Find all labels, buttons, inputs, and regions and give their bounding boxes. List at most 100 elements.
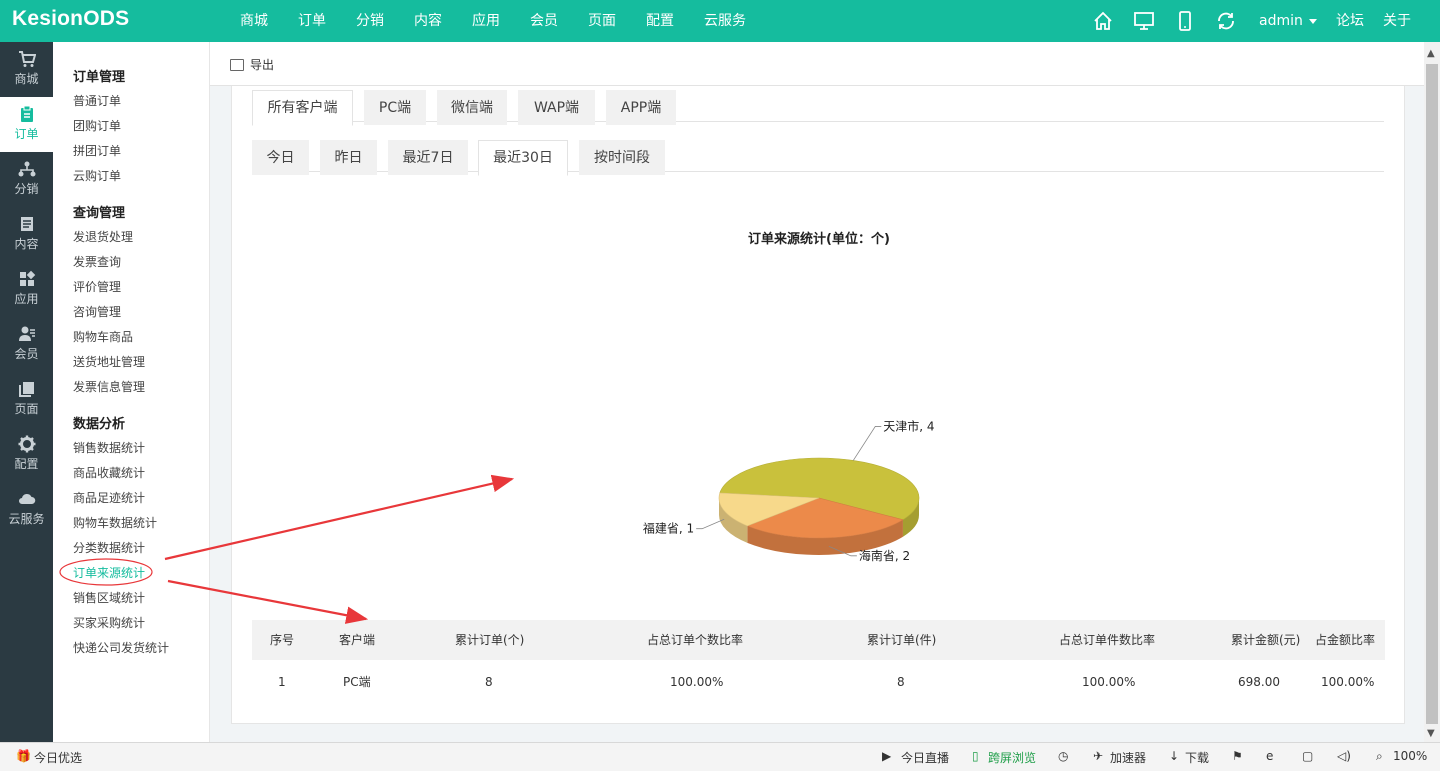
window-icon[interactable]: ▢: [1302, 749, 1313, 763]
table-cell: 8: [485, 675, 493, 689]
tab-yesterday[interactable]: 昨日: [320, 140, 377, 175]
pie-leader-line: [852, 426, 882, 461]
submenu-item[interactable]: 团购订单: [73, 117, 121, 134]
topnav-apps[interactable]: 应用: [472, 0, 530, 42]
tab-last-7-days[interactable]: 最近7日: [388, 140, 468, 175]
tab-pc[interactable]: PC端: [364, 90, 426, 125]
iconbar-cloud[interactable]: 云服务: [0, 482, 53, 537]
status-download[interactable]: 下载: [1185, 749, 1209, 766]
topnav-content[interactable]: 内容: [414, 0, 472, 42]
topnav-config[interactable]: 配置: [646, 0, 704, 42]
clipboard-icon: [20, 105, 33, 122]
iconbar-orders[interactable]: 订单: [0, 97, 53, 152]
apps-grid-icon: [19, 270, 35, 286]
flag-icon[interactable]: ⚑: [1232, 749, 1243, 763]
status-zoom[interactable]: 100%: [1393, 749, 1427, 763]
submenu-item[interactable]: 拼团订单: [73, 142, 121, 159]
submenu-item[interactable]: 购物车商品: [73, 328, 133, 345]
topnav-orders[interactable]: 订单: [298, 0, 356, 42]
cloud-icon: [18, 493, 35, 504]
scroll-up-icon[interactable]: ▲: [1427, 48, 1435, 59]
table-header: 序号 客户端 累计订单(个) 占总订单个数比率 累计订单(件) 占总订单件数比率…: [252, 620, 1385, 660]
submenu-item[interactable]: 销售区域统计: [73, 589, 145, 606]
submenu-item[interactable]: 咨询管理: [73, 303, 121, 320]
vertical-scrollbar[interactable]: ▲ ▼: [1424, 42, 1440, 742]
rocket-icon: ✈: [1093, 749, 1104, 763]
tab-wechat[interactable]: 微信端: [437, 90, 507, 125]
tab-today[interactable]: 今日: [252, 140, 309, 175]
scrollbar-thumb[interactable]: [1426, 64, 1438, 724]
iconbar-distribution[interactable]: 分销: [0, 152, 53, 207]
users-icon: [18, 326, 35, 341]
tab-all-clients[interactable]: 所有客户端: [252, 90, 353, 126]
zoom-icon: ⌕: [1376, 749, 1383, 763]
iconbar-pages[interactable]: 页面: [0, 372, 53, 427]
submenu-item[interactable]: 发票查询: [73, 253, 121, 270]
cart-icon: [18, 51, 36, 67]
iconbar-members[interactable]: 会员: [0, 317, 53, 372]
speaker-icon[interactable]: ◁): [1337, 749, 1351, 763]
topnav-pages[interactable]: 页面: [588, 0, 646, 42]
status-today-picks[interactable]: 今日优选: [34, 749, 82, 766]
submenu-item[interactable]: 商品足迹统计: [73, 489, 145, 506]
submenu-group-title: 查询管理: [73, 206, 126, 221]
table-cell: 100.00%: [1321, 675, 1375, 689]
submenu-item[interactable]: 购物车数据统计: [73, 514, 157, 531]
submenu-item[interactable]: 普通订单: [73, 92, 121, 109]
tab-last-30-days[interactable]: 最近30日: [478, 140, 568, 176]
phone-icon: ▯: [972, 749, 979, 763]
iconbar-label: 应用: [14, 292, 39, 306]
submenu-item[interactable]: 快递公司发货统计: [73, 639, 169, 656]
iconbar-label: 内容: [14, 237, 39, 251]
col-header: 累计订单(件): [867, 633, 937, 647]
table-cell: 100.00%: [670, 675, 724, 689]
topnav-mall[interactable]: 商城: [240, 0, 298, 42]
status-accelerator[interactable]: 加速器: [1110, 749, 1146, 766]
sub-menu: 订单管理 普通订单 团购订单 拼团订单 云购订单 查询管理 发退货处理 发票查询…: [53, 42, 210, 742]
iconbar-content[interactable]: 内容: [0, 207, 53, 262]
client-tabs: 所有客户端 PC端 微信端 WAP端 APP端: [252, 86, 1384, 126]
export-button[interactable]: 导出: [230, 56, 274, 73]
submenu-item[interactable]: 商品收藏统计: [73, 464, 145, 481]
iconbar-mall[interactable]: 商城: [0, 42, 53, 97]
forum-link[interactable]: 论坛: [1336, 0, 1364, 42]
tab-wap[interactable]: WAP端: [518, 90, 595, 125]
submenu-item[interactable]: 买家采购统计: [73, 614, 145, 631]
status-live[interactable]: 今日直播: [901, 749, 949, 766]
tab-custom-range[interactable]: 按时间段: [579, 140, 665, 175]
export-icon: [230, 59, 244, 71]
iconbar-apps[interactable]: 应用: [0, 262, 53, 317]
submenu-item[interactable]: 分类数据统计: [73, 539, 145, 556]
mobile-icon[interactable]: [1174, 10, 1196, 32]
submenu-item[interactable]: 送货地址管理: [73, 353, 145, 370]
topnav-distribution[interactable]: 分销: [356, 0, 414, 42]
refresh-icon[interactable]: [1215, 10, 1237, 32]
submenu-item[interactable]: 评价管理: [73, 278, 121, 295]
table-cell: 698.00: [1238, 675, 1280, 689]
chart-area: 订单来源统计(单位：个) 天津市, 4 海南省, 2 福建省, 1: [232, 206, 1406, 606]
pie-chart: 天津市, 4 海南省, 2 福建省, 1: [643, 418, 935, 562]
table-cell: 1: [278, 675, 286, 689]
submenu-item[interactable]: 云购订单: [73, 167, 121, 184]
history-icon[interactable]: ◷: [1058, 749, 1068, 763]
iconbar-label: 分销: [14, 182, 39, 196]
tab-app[interactable]: APP端: [606, 90, 676, 125]
table-cell: PC端: [343, 675, 371, 689]
about-link[interactable]: 关于: [1383, 0, 1411, 42]
col-header: 序号: [270, 633, 295, 647]
submenu-item[interactable]: 销售数据统计: [73, 439, 145, 456]
user-menu[interactable]: admin: [1259, 0, 1317, 42]
topnav-cloud[interactable]: 云服务: [704, 0, 762, 42]
iconbar-label: 会员: [14, 347, 39, 361]
iconbar-config[interactable]: 配置: [0, 427, 53, 482]
submenu-item[interactable]: 发退货处理: [73, 228, 133, 245]
scroll-down-icon[interactable]: ▼: [1427, 728, 1435, 739]
submenu-item[interactable]: 发票信息管理: [73, 378, 145, 395]
home-icon[interactable]: [1092, 10, 1114, 32]
submenu-group-title: 数据分析: [73, 417, 126, 432]
status-cross-screen[interactable]: 跨屏浏览: [988, 749, 1036, 766]
topnav-members[interactable]: 会员: [530, 0, 588, 42]
desktop-icon[interactable]: [1133, 10, 1155, 32]
ie-icon[interactable]: e: [1266, 749, 1273, 763]
submenu-item-order-source[interactable]: 订单来源统计: [73, 564, 145, 581]
